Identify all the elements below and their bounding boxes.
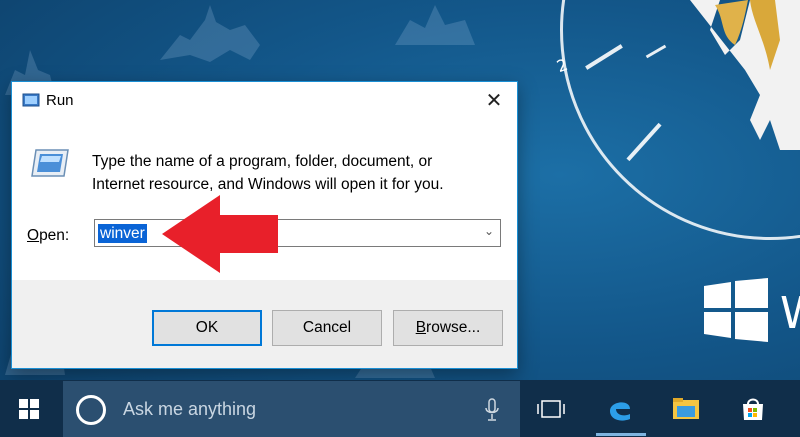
file-explorer-icon [673, 397, 699, 419]
task-view-icon [537, 399, 565, 418]
microphone-icon[interactable] [484, 398, 500, 422]
open-label-mnemonic: O [27, 227, 40, 244]
run-program-icon [31, 149, 69, 177]
knight-silhouette-icon [160, 5, 260, 62]
red-arrow-annotation-icon [162, 195, 278, 273]
close-button[interactable]: ✕ [471, 82, 517, 118]
open-input-selected-text[interactable]: winver [98, 224, 147, 243]
close-icon: ✕ [485, 88, 503, 112]
instruction-line-2: Internet resource, and Windows will open… [92, 176, 444, 193]
instruction-line-1: Type the name of a program, folder, docu… [92, 153, 433, 170]
open-combobox[interactable]: winver ⌄ [94, 219, 501, 247]
ok-button[interactable]: OK [152, 310, 262, 346]
search-placeholder[interactable]: Ask me anything [123, 399, 256, 420]
open-label: Open: [27, 227, 69, 245]
browse-mnemonic: B [415, 319, 427, 336]
windows-brand-text: W [780, 288, 800, 339]
start-button[interactable] [0, 380, 58, 437]
run-dialog: Run ✕ Type the name of a program, folder… [11, 81, 518, 369]
taskbar: Ask me anything [0, 380, 800, 437]
knight-silhouette-icon [395, 5, 475, 45]
cortana-search-box[interactable]: Ask me anything [63, 381, 520, 437]
cortana-icon[interactable] [76, 395, 106, 425]
cancel-button[interactable]: Cancel [272, 310, 382, 346]
browse-button[interactable]: Browse... [393, 310, 503, 346]
task-view-button[interactable] [523, 380, 579, 437]
windows-logo-icon [704, 278, 768, 342]
title-bar[interactable]: Run ✕ [12, 82, 517, 118]
store-icon [743, 398, 763, 420]
browse-label-rest: rowse... [426, 319, 481, 336]
edge-icon [610, 401, 630, 421]
edge-active-indicator [596, 433, 646, 436]
file-explorer-button[interactable] [658, 380, 714, 437]
instruction-text: Type the name of a program, folder, docu… [92, 150, 492, 196]
open-label-rest: pen: [39, 227, 70, 244]
chevron-down-icon[interactable]: ⌄ [484, 224, 494, 238]
run-icon [22, 93, 40, 107]
edge-button[interactable] [592, 380, 648, 437]
store-button[interactable] [725, 380, 781, 437]
horse-decoration-icon [690, 0, 800, 150]
windows-start-icon [19, 398, 39, 419]
window-title: Run [46, 91, 74, 109]
